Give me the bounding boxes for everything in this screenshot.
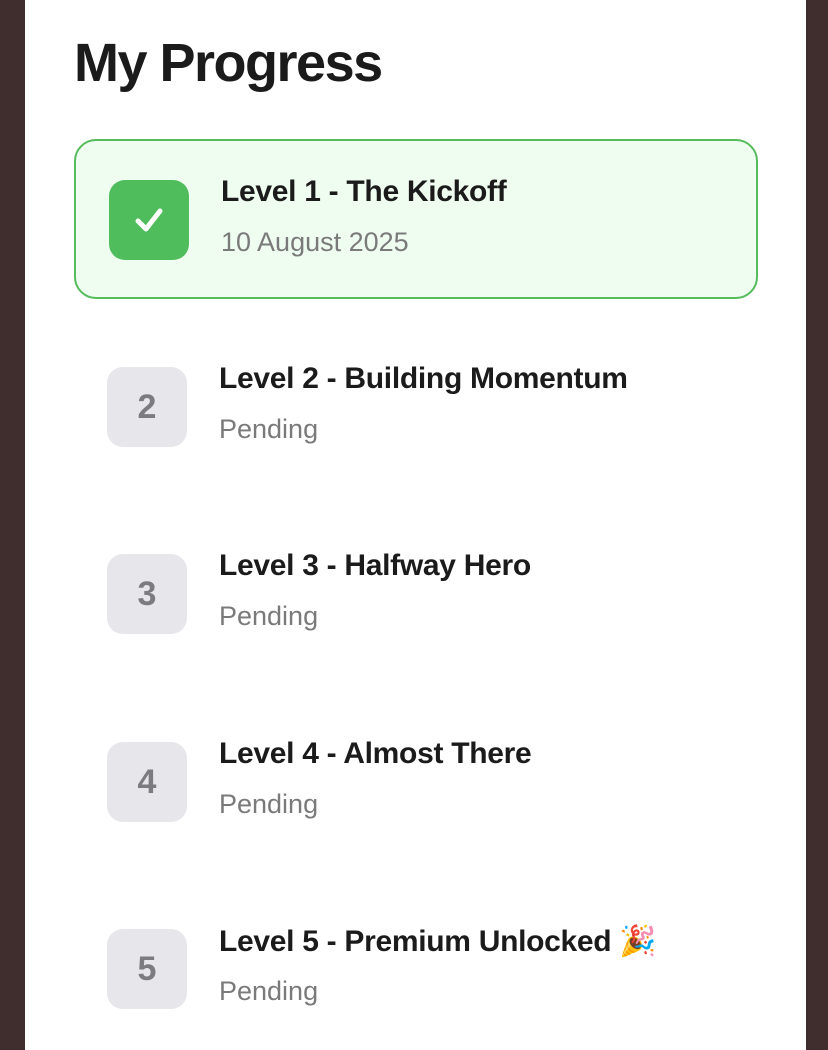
level-title-3: Level 3 - Halfway Hero xyxy=(219,549,531,582)
level-status-2: Pending xyxy=(219,414,319,444)
level-card-3[interactable]: 3 Level 3 - Halfway Hero Pending xyxy=(74,515,758,675)
level-card-2[interactable]: 2 Level 2 - Building Momentum Pending xyxy=(74,328,758,488)
page-title: My Progress xyxy=(74,33,383,93)
level-badge-4: 4 xyxy=(107,742,187,822)
level-card-4[interactable]: 4 Level 4 - Almost There Pending xyxy=(74,703,758,863)
level-status-3: Pending xyxy=(219,601,319,631)
level-badge-3: 3 xyxy=(107,554,187,634)
progress-panel: My Progress Level 1 - The Kickoff 10 Aug… xyxy=(25,0,806,1050)
level-badge-1 xyxy=(109,180,189,260)
level-title-4: Level 4 - Almost There xyxy=(219,737,532,770)
level-title-2: Level 2 - Building Momentum xyxy=(219,362,628,395)
level-badge-2: 2 xyxy=(107,367,187,447)
level-title-1: Level 1 - The Kickoff xyxy=(221,175,507,208)
level-status-4: Pending xyxy=(219,789,319,819)
level-title-5: Level 5 - Premium Unlocked 🎉 xyxy=(219,925,657,958)
checkmark-icon xyxy=(135,208,163,232)
level-badge-5: 5 xyxy=(107,929,187,1009)
level-date-1: 10 August 2025 xyxy=(221,227,409,257)
level-card-5[interactable]: 5 Level 5 - Premium Unlocked 🎉 Pending xyxy=(74,890,758,1050)
level-status-5: Pending xyxy=(219,976,319,1006)
level-card-1[interactable]: Level 1 - The Kickoff 10 August 2025 xyxy=(74,139,758,299)
